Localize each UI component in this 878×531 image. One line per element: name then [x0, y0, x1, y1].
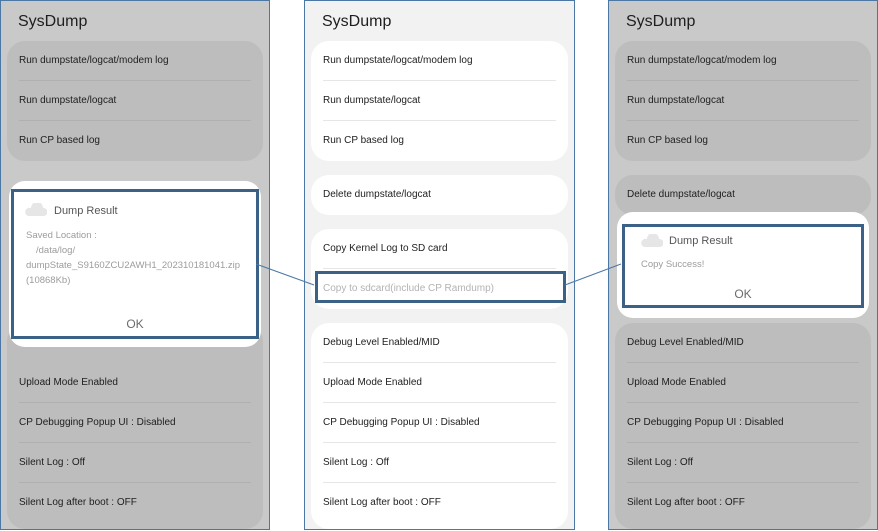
connector-line-right: [564, 263, 622, 286]
connector-lines: [255, 263, 622, 286]
connector-line-left: [255, 263, 315, 286]
